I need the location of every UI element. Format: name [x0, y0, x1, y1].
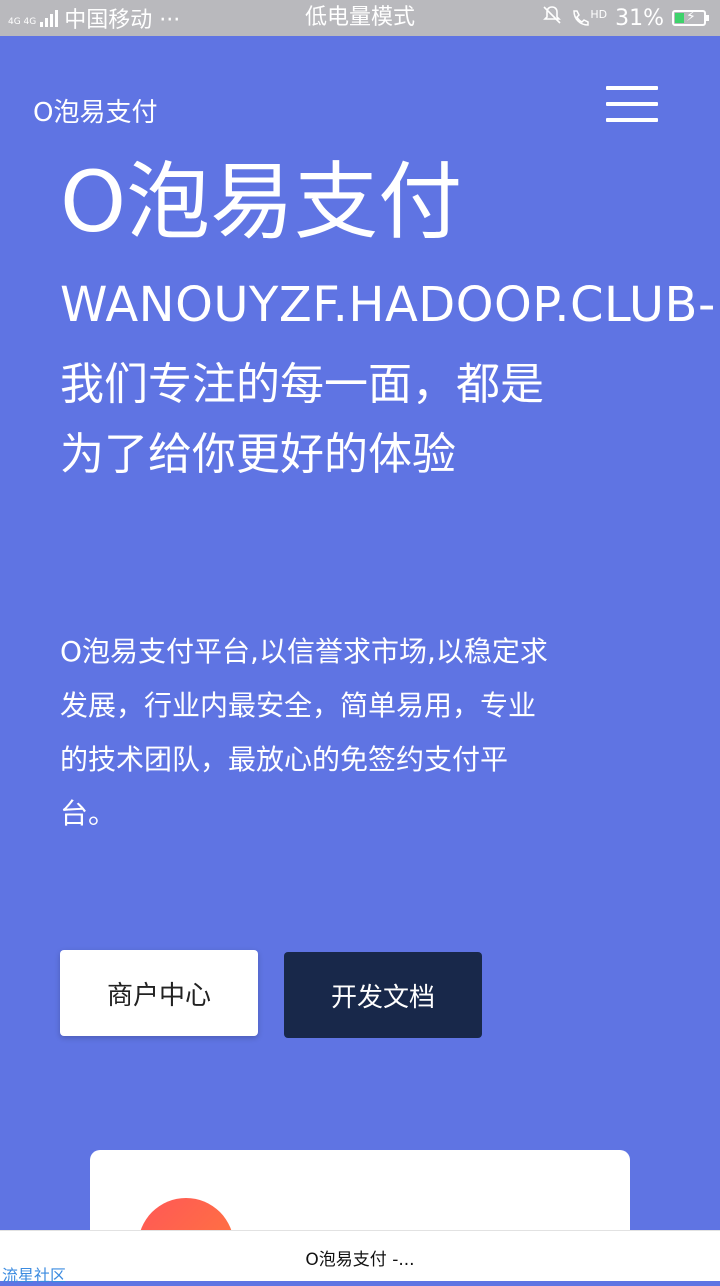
browser-bottom-bar[interactable]: O泡易支付 -... [0, 1230, 720, 1281]
hd-call-icon: HD [570, 8, 607, 28]
menu-icon[interactable] [606, 86, 658, 128]
battery-icon: ⚡ [672, 9, 709, 26]
mute-bell-icon [542, 5, 562, 31]
merchant-center-button[interactable]: 商户中心 [60, 950, 258, 1036]
status-bar: 4G 4G 中国移动 ··· 低电量模式 HD 31% ⚡ [0, 0, 720, 36]
page-title: O泡易支付 [60, 153, 463, 251]
developer-docs-button[interactable]: 开发文档 [284, 952, 482, 1038]
status-right: HD 31% ⚡ [542, 0, 709, 36]
battery-percent: 31% [615, 5, 664, 31]
slogan: 我们专注的每一面，都是为了给你更好的体验 [60, 359, 544, 480]
nav-brand[interactable]: O泡易支付 [33, 92, 157, 129]
watermark: 流星社区 [2, 1266, 67, 1285]
signal-icon: 4G 4G [8, 9, 59, 27]
browser-tab-title[interactable]: O泡易支付 -... [0, 1245, 720, 1270]
status-left: 4G 4G 中国移动 ··· [8, 0, 180, 36]
hd-label: HD [590, 8, 608, 21]
description: O泡易支付平台,以信誉求市场,以稳定求发展，行业内最安全，简单易用，专业的技术团… [60, 635, 548, 830]
carrier-name: 中国移动 ··· [64, 8, 181, 33]
battery-fill [675, 13, 684, 23]
network-type: 4G 4G [8, 17, 37, 27]
site-domain: WANOUYZF.HADOOP.CLUB- [60, 277, 716, 333]
